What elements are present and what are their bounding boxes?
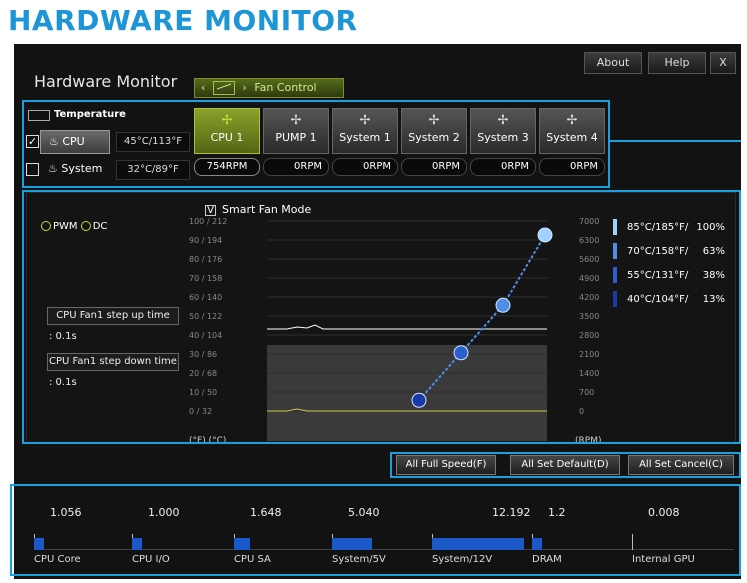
voltage-value: 1.648: [250, 506, 282, 519]
voltage-label: CPU Core: [34, 554, 81, 565]
help-button[interactable]: Help: [648, 52, 706, 74]
tab-fan-control[interactable]: ‹ › Fan Control: [194, 78, 344, 98]
tab-forward-chevron-icon: ›: [242, 81, 247, 94]
voltage-value: 1.2: [548, 506, 566, 519]
voltage-bar: [234, 538, 250, 550]
voltage-label: CPU SA: [234, 554, 271, 565]
voltage-value: 5.040: [348, 506, 380, 519]
voltage-label: System/5V: [332, 554, 386, 565]
chart-icon: [212, 81, 235, 95]
tab-back-chevron-icon: ‹: [201, 81, 206, 94]
document-title: HARDWARE MONITOR: [8, 4, 358, 37]
tab-fan-control-label: Fan Control: [254, 81, 317, 94]
voltage-tick: [632, 534, 633, 550]
voltage-bar: [34, 538, 44, 550]
voltage-value: 12.192: [492, 506, 531, 519]
selection-box-sensors: [22, 100, 610, 188]
voltage-bar: [332, 538, 372, 550]
selection-box-chart: [22, 190, 741, 444]
voltage-value: 1.056: [50, 506, 82, 519]
voltage-label: System/12V: [432, 554, 493, 565]
voltage-value: 1.000: [148, 506, 180, 519]
close-button[interactable]: X: [710, 52, 736, 74]
selection-box-buttons: [390, 452, 741, 478]
voltage-bar: [132, 538, 142, 550]
voltage-value: 0.008: [648, 506, 680, 519]
about-button[interactable]: About: [584, 52, 642, 74]
voltage-label: CPU I/O: [132, 554, 170, 565]
voltage-label: Internal GPU: [632, 554, 695, 565]
callout-line-sensors: [610, 140, 741, 142]
voltage-bar: [532, 538, 542, 550]
voltage-bar: [432, 538, 524, 550]
hardware-monitor-window: About Help X Hardware Monitor ‹ › Fan Co…: [10, 44, 741, 579]
app-title: Hardware Monitor: [34, 72, 178, 91]
voltage-label: DRAM: [532, 554, 562, 565]
